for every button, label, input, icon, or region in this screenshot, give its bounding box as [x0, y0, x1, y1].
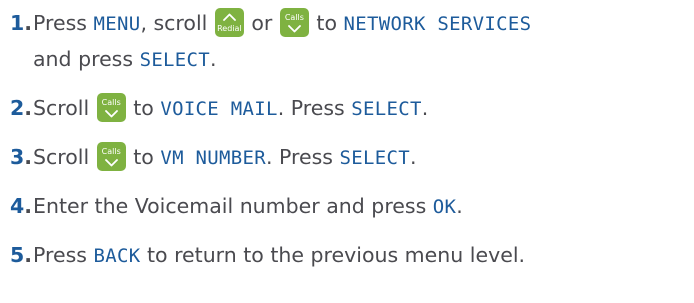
step-text: or	[244, 11, 279, 35]
step-2: 2. Scroll Calls to VOICE MAIL. Press SEL…	[10, 91, 694, 127]
display-text-select: SELECT	[139, 49, 211, 71]
step-text: Scroll	[33, 145, 96, 169]
step-text: , scroll	[140, 11, 214, 35]
display-text-select: SELECT	[351, 98, 422, 120]
step-text: . Press	[266, 145, 340, 169]
step-number: 5.	[10, 243, 33, 267]
display-text-back: BACK	[93, 245, 141, 267]
step-text: to	[126, 96, 161, 120]
step-text: .	[421, 96, 429, 120]
display-text-menu: MENU	[93, 13, 141, 35]
display-text-voice-mail: VOICE MAIL	[160, 98, 278, 120]
step-text: Press	[33, 11, 94, 35]
step-text: and press	[33, 47, 140, 71]
key-label: Calls	[101, 147, 121, 156]
step-3: 3. Scroll Calls to VM NUMBER. Press SELE…	[10, 140, 694, 176]
step-text: Press	[33, 243, 94, 267]
step-5: 5. Press BACK to return to the previous …	[10, 238, 694, 274]
step-text: Enter the Voicemail number and press	[33, 194, 433, 218]
step-1: 1. Press MENU, scroll Redial or Calls to…	[10, 6, 694, 78]
step-text: to	[126, 145, 161, 169]
instruction-steps: 1. Press MENU, scroll Redial or Calls to…	[10, 6, 694, 274]
display-text-network-services: NETWORK SERVICES	[343, 13, 532, 35]
step-text: .	[456, 194, 463, 218]
step-text: to	[309, 11, 344, 35]
chevron-up-icon	[222, 13, 236, 21]
chevron-down-icon	[104, 159, 118, 167]
redial-key-icon: Redial	[214, 8, 244, 37]
display-text-select: SELECT	[339, 147, 410, 169]
calls-key-icon: Calls	[279, 8, 309, 37]
step-text: .	[210, 47, 217, 71]
chevron-down-icon	[104, 110, 118, 118]
display-text-vm-number: VM NUMBER	[160, 147, 266, 169]
step-number: 1.	[10, 11, 33, 35]
step-number: 3.	[10, 145, 33, 169]
key-label: Calls	[101, 98, 121, 107]
key-label: Calls	[284, 13, 304, 22]
chevron-down-icon	[287, 25, 301, 33]
step-number: 2.	[10, 96, 33, 120]
display-text-ok: OK	[432, 196, 457, 218]
calls-key-icon: Calls	[96, 142, 126, 171]
step-text: to return to the previous menu level.	[140, 243, 526, 267]
calls-key-icon: Calls	[96, 93, 126, 122]
step-text: . Press	[277, 96, 352, 120]
step-text: .	[409, 145, 417, 169]
key-label: Redial	[217, 24, 242, 33]
step-text: Scroll	[33, 96, 96, 120]
step-4: 4. Enter the Voicemail number and press …	[10, 189, 694, 225]
step-number: 4.	[10, 194, 33, 218]
